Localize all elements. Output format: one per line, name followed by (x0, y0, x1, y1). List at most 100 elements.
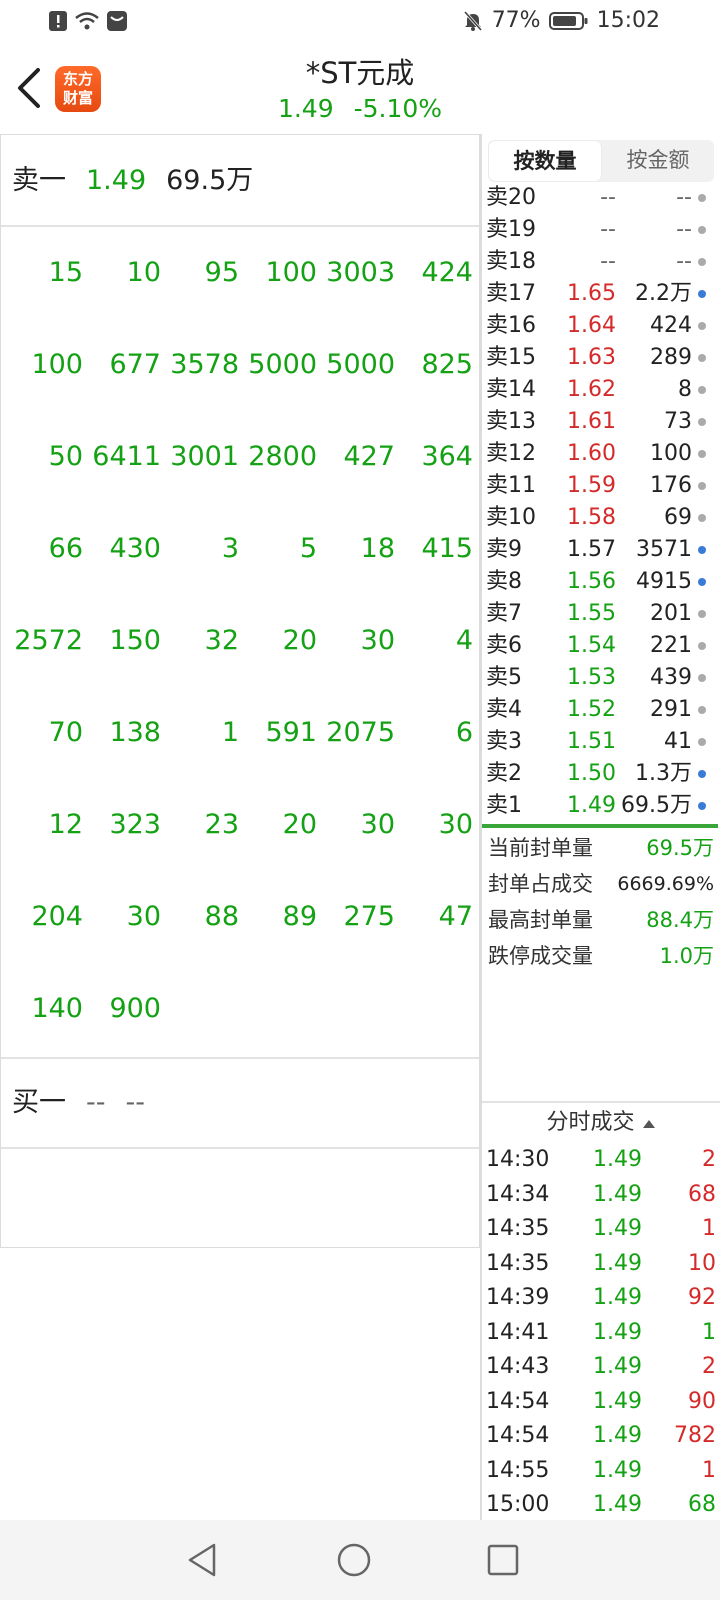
order-book-row[interactable]: 卖2 1.50 1.3万 (482, 758, 720, 790)
clock: 15:02 (596, 8, 660, 33)
trade-row: 14:30 1.49 2 (482, 1143, 720, 1178)
level-volume: 424 (650, 313, 692, 338)
order-book-row[interactable]: 卖13 1.61 73 (482, 406, 720, 438)
trade-price: 1.49 (593, 1147, 642, 1172)
level-volume: 100 (650, 441, 692, 466)
queue-dot-icon (698, 194, 706, 202)
trade-row: 14:55 1.49 1 (482, 1454, 720, 1489)
level-price: 1.53 (567, 665, 616, 690)
queue-cell: 6411 (92, 441, 161, 472)
order-book-row[interactable]: 卖15 1.63 289 (482, 342, 720, 374)
battery-icon (548, 11, 588, 30)
queue-panel: 卖一 1.49 69.5万 15 10 95 100 3003 424 100 677 3578 50… (0, 134, 480, 1248)
order-book-row[interactable]: 卖16 1.64 424 (482, 310, 720, 342)
queue-cell (161, 963, 239, 1055)
queue-dot-icon (698, 226, 706, 234)
level-volume: -- (676, 217, 692, 242)
seal-stats: 当前封单量 69.5万 封单占成交 6669.69% 最高封单量 88.4万 跌停成交量 1.… (482, 830, 720, 974)
order-book-row[interactable]: 卖11 1.59 176 (482, 470, 720, 502)
queue-cell: 275 (343, 901, 395, 932)
order-queue-grid: 15 10 95 100 3003 424 100 677 3578 5000 5000 825 50 6… (1, 227, 479, 1055)
order-book-row[interactable]: 卖17 1.65 2.2万 (482, 278, 720, 310)
queue-row: 50 6411 3001 2800 427 364 (1, 411, 479, 503)
ask1-price: 1.49 (86, 165, 147, 196)
queue-cell: 677 (109, 349, 161, 380)
order-book-row[interactable]: 卖18 -- -- (482, 246, 720, 278)
order-book-row[interactable]: 卖9 1.57 3571 (482, 534, 720, 566)
queue-cell: 323 (109, 809, 161, 840)
nav-back-icon[interactable] (186, 1542, 218, 1578)
order-book-row[interactable]: 卖8 1.56 4915 (482, 566, 720, 598)
queue-cell: 2075 (326, 717, 395, 748)
level-volume: 289 (650, 345, 692, 370)
stat-value: 1.0万 (659, 944, 714, 968)
level-label: 卖4 (486, 697, 522, 722)
level-price: 1.49 (567, 793, 616, 818)
level-volume: 69 (664, 505, 692, 530)
order-book-row[interactable]: 卖14 1.62 8 (482, 374, 720, 406)
queue-dot-icon (698, 514, 706, 522)
change-percent: -5.10% (353, 94, 443, 123)
queue-cell: 4 (455, 625, 473, 656)
queue-cell: 30 (438, 809, 473, 840)
wifi-icon (75, 12, 99, 30)
queue-dot-icon (698, 578, 706, 586)
order-book-row[interactable]: 卖10 1.58 69 (482, 502, 720, 534)
order-book-row[interactable]: 卖5 1.53 439 (482, 662, 720, 694)
status-icons-right: 77% 15:02 (462, 8, 660, 33)
queue-cell: 23 (204, 809, 239, 840)
order-book-row[interactable]: 卖12 1.60 100 (482, 438, 720, 470)
trade-time: 14:54 (486, 1388, 550, 1414)
queue-cell: 20 (282, 625, 317, 656)
tab-by-quantity[interactable]: 按数量 (489, 141, 601, 181)
level-price: 1.61 (567, 409, 616, 434)
trade-time: 14:39 (486, 1285, 550, 1310)
queue-dot-icon (698, 738, 706, 746)
level-price: -- (600, 249, 616, 274)
level-volume: 8 (678, 377, 692, 402)
trade-row: 14:39 1.49 92 (482, 1281, 720, 1316)
trades-header[interactable]: 分时成交 (482, 1101, 720, 1145)
order-book-row[interactable]: 卖19 -- -- (482, 214, 720, 246)
order-book-row[interactable]: 卖4 1.52 291 (482, 694, 720, 726)
level-label: 卖14 (486, 377, 536, 402)
trade-row: 14:54 1.49 90 (482, 1385, 720, 1420)
nav-recents-icon[interactable] (486, 1543, 520, 1577)
ask1-volume: 69.5万 (166, 165, 254, 196)
level-label: 卖17 (486, 281, 536, 306)
queue-dot-icon (698, 258, 706, 266)
trade-time: 14:41 (486, 1319, 550, 1345)
queue-row: 100 677 3578 5000 5000 825 (1, 319, 479, 411)
queue-cell: 18 (360, 533, 395, 564)
order-book-row[interactable]: 卖7 1.55 201 (482, 598, 720, 630)
queue-cell: 15 (48, 257, 83, 288)
trade-volume: 92 (688, 1285, 716, 1310)
level-label: 卖18 (486, 249, 536, 274)
queue-cell: 591 (265, 717, 317, 748)
trade-price: 1.49 (593, 1492, 642, 1517)
order-book-row[interactable]: 卖6 1.54 221 (482, 630, 720, 662)
queue-cell: 364 (421, 441, 473, 472)
level-price: 1.63 (567, 345, 616, 370)
order-book-row[interactable]: 卖1 1.49 69.5万 (482, 790, 720, 822)
current-price: 1.49 (277, 94, 334, 123)
level-label: 卖16 (486, 313, 536, 338)
queue-dot-icon (698, 450, 706, 458)
trade-price: 1.49 (593, 1388, 642, 1414)
nav-home-icon[interactable] (336, 1542, 372, 1578)
level-price: 1.58 (567, 505, 616, 530)
trade-price: 1.49 (593, 1181, 642, 1207)
level-label: 卖15 (486, 345, 536, 370)
trade-price: 1.49 (593, 1457, 642, 1483)
order-book-row[interactable]: 卖3 1.51 41 (482, 726, 720, 758)
trade-time: 14:54 (486, 1423, 550, 1448)
level-label: 卖2 (486, 761, 522, 786)
tab-by-amount[interactable]: 按金额 (602, 140, 714, 182)
order-book-row[interactable]: 卖20 -- -- (482, 182, 720, 214)
level-volume: 221 (650, 633, 692, 658)
stat-row: 跌停成交量 1.0万 (482, 938, 720, 974)
trade-time: 14:35 (486, 1216, 550, 1241)
level-volume: 201 (650, 601, 692, 626)
queue-cell: 10 (126, 257, 161, 288)
level-price: 1.62 (567, 377, 616, 402)
